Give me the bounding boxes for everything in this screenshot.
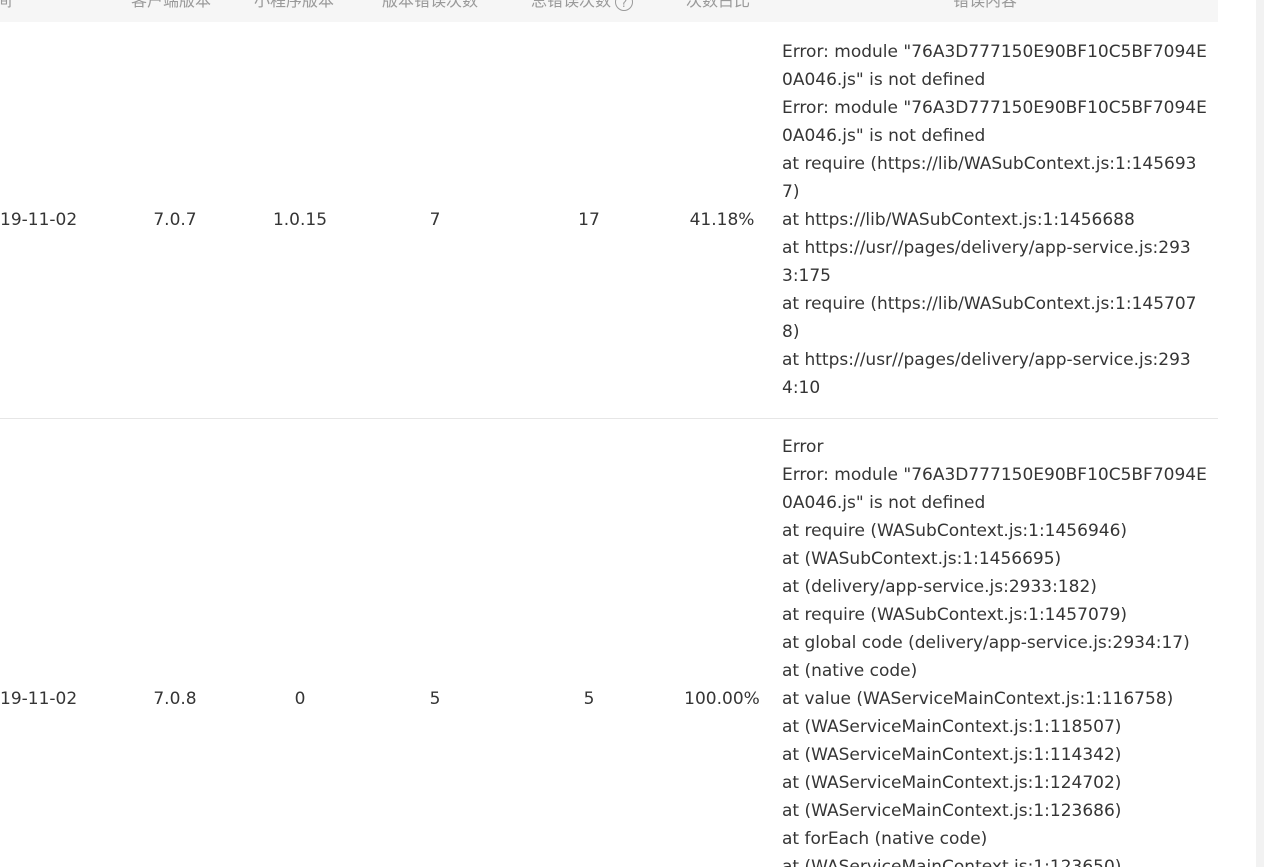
cell-miniprogram-version: 1.0.15 — [272, 210, 328, 230]
cell-miniprogram-version: 0 — [294, 689, 306, 709]
cell-total-errors: 5 — [583, 689, 595, 709]
question-circle-icon[interactable]: ? — [615, 0, 634, 11]
error-line: at value (WAServiceMainContext.js:1:1167… — [782, 689, 1174, 709]
cell-error-content: Error Error: module "76A3D777150E90BF10C… — [782, 433, 1207, 867]
error-line: at forEach (native code) — [782, 829, 988, 849]
error-line: Error: module "76A3D777150E90BF10C5BF709… — [782, 465, 1207, 485]
cell-client-version: 7.0.7 — [153, 210, 197, 230]
header-total-errors-label: 总错误次数 — [531, 0, 612, 10]
cell-version-errors: 5 — [429, 689, 441, 709]
header-error-content: 错误内容 — [953, 0, 1018, 10]
error-line: at (native code) — [782, 661, 918, 681]
error-line: at (WAServiceMainContext.js:1:123686) — [782, 801, 1122, 821]
cell-date: 19-11-02 — [0, 689, 78, 709]
cell-error-content: Error: module "76A3D777150E90BF10C5BF709… — [782, 38, 1207, 402]
error-line: at https://lib/WASubContext.js:1:1456688 — [782, 210, 1135, 230]
header-total-errors[interactable]: 总错误次数? — [531, 0, 634, 11]
error-line: at require (WASubContext.js:1:1456946) — [782, 521, 1128, 541]
error-table: 间 客户端版本 小程序版本 版本错误次数 总错误次数? 次数占比 错误内容 19… — [0, 0, 1218, 867]
error-line: at (WASubContext.js:1:1456695) — [782, 549, 1062, 569]
error-line: at (WAServiceMainContext.js:1:118507) — [782, 717, 1122, 737]
vertical-scrollbar[interactable] — [1256, 0, 1264, 867]
cell-ratio: 41.18% — [689, 210, 755, 230]
error-line: 7) — [782, 182, 800, 202]
cell-total-errors: 17 — [578, 210, 600, 230]
error-line: Error: module "76A3D777150E90BF10C5BF709… — [782, 98, 1207, 118]
table-row: 19-11-02 7.0.7 1.0.15 7 17 41.18% Error:… — [0, 22, 1218, 419]
cell-client-version: 7.0.8 — [153, 689, 197, 709]
error-line: at https://usr//pages/delivery/app-servi… — [782, 238, 1191, 258]
error-line: at (WAServiceMainContext.js:1:123650) — [782, 857, 1122, 867]
error-line: at (delivery/app-service.js:2933:182) — [782, 577, 1097, 597]
table-header: 间 客户端版本 小程序版本 版本错误次数 总错误次数? 次数占比 错误内容 — [0, 0, 1218, 22]
error-line: at require (https://lib/WASubContext.js:… — [782, 154, 1197, 174]
error-line: 0A046.js" is not defined — [782, 70, 986, 90]
cell-date: 19-11-02 — [0, 210, 78, 230]
error-line: 0A046.js" is not defined — [782, 126, 986, 146]
error-line: at require (WASubContext.js:1:1457079) — [782, 605, 1128, 625]
header-time[interactable]: 间 — [0, 0, 12, 11]
error-line: at require (https://lib/WASubContext.js:… — [782, 294, 1197, 314]
cell-version-errors: 7 — [429, 210, 441, 230]
error-line: at global code (delivery/app-service.js:… — [782, 633, 1190, 653]
error-line: at https://usr//pages/delivery/app-servi… — [782, 350, 1191, 370]
error-line: 4:10 — [782, 378, 821, 398]
error-line: at (WAServiceMainContext.js:1:124702) — [782, 773, 1122, 793]
header-ratio[interactable]: 次数占比 — [686, 0, 750, 11]
error-line: 8) — [782, 322, 800, 342]
header-miniprogram-version[interactable]: 小程序版本 — [254, 0, 334, 11]
cell-ratio: 100.00% — [684, 689, 760, 709]
error-line: 3:175 — [782, 266, 831, 286]
header-client-version[interactable]: 客户端版本 — [131, 0, 211, 11]
error-line: Error: module "76A3D777150E90BF10C5BF709… — [782, 42, 1207, 62]
table-row: 19-11-02 7.0.8 0 5 5 100.00% Error Error… — [0, 419, 1218, 867]
error-line: Error — [782, 437, 824, 457]
error-line: at (WAServiceMainContext.js:1:114342) — [782, 745, 1122, 765]
header-version-errors[interactable]: 版本错误次数 — [382, 0, 478, 11]
error-line: 0A046.js" is not defined — [782, 493, 986, 513]
